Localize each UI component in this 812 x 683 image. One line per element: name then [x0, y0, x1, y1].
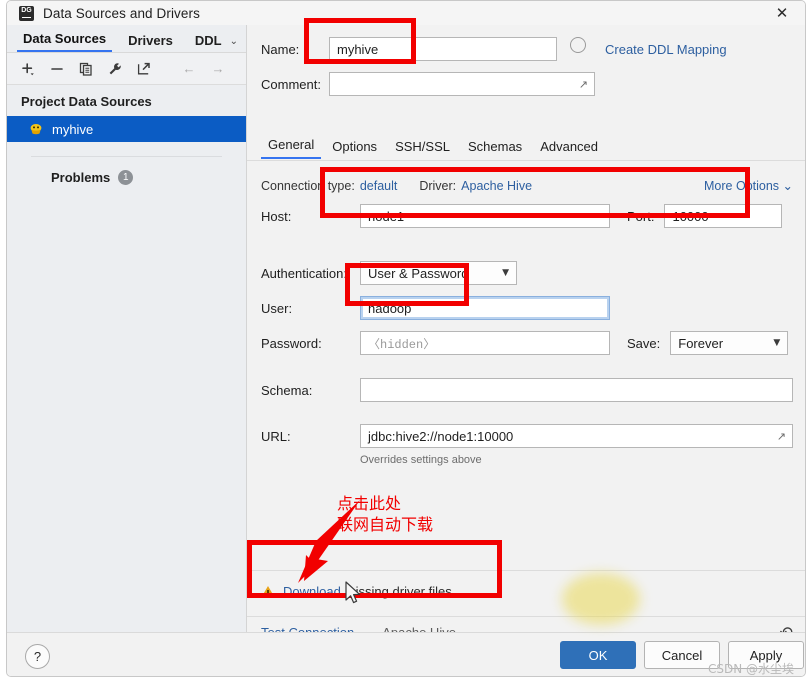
tab-ddl[interactable]: DDL: [189, 33, 228, 52]
chevron-down-icon: ▼: [502, 268, 509, 278]
settings-tabs: General Options SSH/SSL Schemas Advanced: [261, 137, 609, 159]
problems-label: Problems: [51, 170, 111, 185]
driver-label: Driver:: [419, 178, 457, 193]
authentication-row: Authentication: User & Password ▼: [261, 261, 793, 285]
chevron-down-icon[interactable]: ⌄: [230, 36, 238, 52]
tabs-divider: [247, 160, 805, 161]
url-row: URL: jdbc:hive2://node1:10000 ↗: [261, 424, 793, 448]
back-icon[interactable]: ←: [178, 58, 200, 80]
project-data-sources-header: Project Data Sources: [21, 94, 152, 109]
datagrip-icon: DG: [19, 5, 34, 21]
ok-button[interactable]: OK: [560, 641, 636, 669]
close-icon[interactable]: ✕: [759, 1, 805, 25]
save-label: Save:: [627, 335, 661, 351]
user-label: User:: [261, 300, 293, 316]
name-indicator-wrap: [570, 37, 586, 53]
tab-drivers[interactable]: Drivers: [122, 33, 179, 52]
schema-row: Schema:: [261, 378, 793, 402]
name-label: Name:: [261, 41, 300, 57]
name-input[interactable]: myhive: [329, 37, 557, 61]
url-label: URL:: [261, 428, 291, 444]
password-placeholder: 〈hidden〉: [368, 337, 436, 352]
comment-row: Comment: ↗: [261, 72, 793, 96]
remove-icon[interactable]: [46, 58, 68, 80]
sidebar-nav-group: ← →: [178, 58, 236, 80]
port-input[interactable]: 10000: [664, 204, 783, 228]
connection-meta-row: Connection type: default Driver: Apache …: [261, 178, 793, 194]
sidebar-item-myhive[interactable]: myhive: [7, 116, 246, 142]
driver-value[interactable]: Apache Hive: [461, 179, 532, 193]
user-row: User: hadoop: [261, 296, 793, 320]
problems-row[interactable]: Problems 1: [7, 157, 246, 185]
sidebar-item-label: myhive: [52, 121, 94, 137]
hive-icon: [29, 123, 43, 136]
window-title: Data Sources and Drivers: [43, 5, 200, 21]
watermark: CSDN @水尘埃: [708, 662, 795, 676]
save-select[interactable]: Forever ▼: [670, 331, 789, 355]
host-input[interactable]: node1: [360, 204, 610, 228]
tab-schemas[interactable]: Schemas: [461, 139, 529, 159]
help-button[interactable]: ?: [25, 644, 50, 669]
open-external-icon[interactable]: [133, 58, 155, 80]
dialog-footer: ? OK Cancel Apply: [7, 632, 805, 676]
expand-icon[interactable]: ↗: [579, 78, 588, 91]
authentication-value: User & Password: [368, 265, 469, 281]
connection-type-label: Connection type:: [261, 178, 355, 193]
title-bar: DG Data Sources and Drivers ✕: [7, 1, 805, 25]
tab-advanced[interactable]: Advanced: [533, 139, 605, 159]
port-label: Port:: [627, 208, 655, 224]
tab-ssh-ssl[interactable]: SSH/SSL: [388, 139, 457, 159]
forward-icon[interactable]: →: [207, 58, 229, 80]
dialog-window: DG Data Sources and Drivers ✕ Data Sourc…: [6, 0, 806, 677]
user-input[interactable]: hadoop: [360, 296, 610, 320]
more-options-link[interactable]: More Options ⌄: [704, 178, 793, 193]
host-label: Host:: [261, 208, 292, 224]
problems-count-badge: 1: [118, 170, 134, 185]
create-ddl-mapping-link-wrap: Create DDL Mapping: [605, 37, 727, 61]
schema-input[interactable]: [360, 378, 793, 402]
color-swatch-icon[interactable]: [570, 37, 586, 53]
authentication-label: Authentication:: [261, 265, 348, 281]
password-label: Password:: [261, 335, 322, 351]
password-input[interactable]: 〈hidden〉: [360, 331, 610, 355]
mouse-cursor-icon: [345, 581, 361, 604]
expand-icon[interactable]: ↗: [777, 430, 786, 443]
url-override-note: Overrides settings above: [360, 454, 482, 466]
comment-input[interactable]: ↗: [329, 72, 595, 96]
save-value: Forever: [678, 335, 724, 351]
add-icon[interactable]: [17, 58, 39, 80]
schema-label: Schema:: [261, 382, 313, 398]
tab-options[interactable]: Options: [325, 139, 384, 159]
host-row: Host: node1 Port: 10000: [261, 204, 793, 228]
warning-triangle-icon: [261, 585, 275, 598]
chevron-down-icon: ▼: [773, 338, 781, 348]
sidebar: Data Sources Drivers DDL ⌄ ← → Project D…: [7, 25, 247, 632]
connection-type-value[interactable]: default: [360, 179, 398, 193]
annotation-red-arrow: [298, 500, 360, 583]
url-input[interactable]: jdbc:hive2://node1:10000 ↗: [360, 424, 793, 448]
tab-data-sources[interactable]: Data Sources: [17, 31, 113, 52]
wrench-icon[interactable]: [104, 58, 126, 80]
password-row: Password: 〈hidden〉 Save: Forever ▼: [261, 331, 793, 355]
url-value: jdbc:hive2://node1:10000: [368, 428, 514, 444]
sidebar-toolbar: ← →: [7, 53, 246, 85]
dialog-content: Data Sources Drivers DDL ⌄ ← → Project D…: [7, 25, 805, 642]
tab-general[interactable]: General: [261, 137, 322, 159]
duplicate-icon[interactable]: [75, 58, 97, 80]
sidebar-tabs: Data Sources Drivers DDL ⌄: [7, 25, 246, 53]
authentication-select[interactable]: User & Password ▼: [360, 261, 517, 285]
comment-label: Comment:: [261, 76, 321, 92]
create-ddl-mapping-link[interactable]: Create DDL Mapping: [605, 42, 727, 57]
